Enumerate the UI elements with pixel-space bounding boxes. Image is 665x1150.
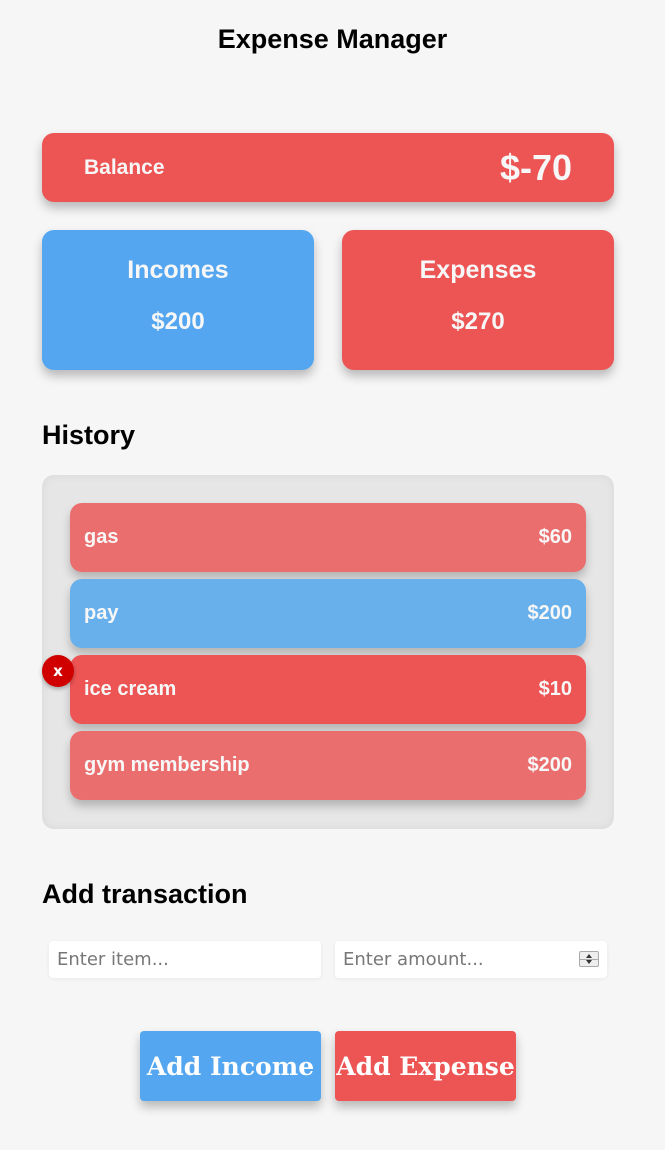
balance-card: Balance $-70: [42, 133, 614, 202]
expenses-card: Expenses $270: [342, 230, 614, 370]
history-item-name: ice cream: [84, 678, 177, 700]
incomes-value: $200: [151, 308, 205, 335]
incomes-label: Incomes: [127, 256, 229, 284]
history-item-amount: $200: [527, 754, 573, 776]
incomes-card: Incomes $200: [42, 230, 314, 370]
add-income-button[interactable]: Add Income: [140, 1031, 321, 1101]
expense-manager-app: Expense Manager Balance $-70 Incomes $20…: [0, 0, 665, 1150]
expenses-label: Expenses: [419, 256, 537, 284]
balance-label: Balance: [84, 155, 165, 179]
expenses-value: $270: [451, 308, 505, 335]
history-item[interactable]: gym membership $200: [70, 731, 586, 800]
amount-input[interactable]: [335, 941, 607, 978]
history-item-amount: $200: [527, 602, 573, 624]
history-item[interactable]: gas $60: [70, 503, 586, 572]
page-title: Expense Manager: [217, 24, 448, 54]
delete-transaction-button[interactable]: x: [42, 655, 74, 687]
balance-value: $-70: [499, 146, 572, 188]
add-transaction-heading: Add transaction: [42, 879, 248, 909]
history-item-amount: $10: [538, 678, 572, 700]
item-input[interactable]: [49, 941, 321, 978]
history-item-name: pay: [84, 602, 119, 624]
history-list: gas $60 pay $200 x ice cream $10 gym mem…: [42, 475, 614, 829]
history-item-name: gas: [84, 526, 119, 548]
amount-stepper[interactable]: [579, 951, 599, 967]
history-item-name: gym membership: [84, 754, 250, 776]
history-item-amount: $60: [538, 526, 572, 548]
history-heading: History: [42, 420, 136, 450]
history-item[interactable]: pay $200: [70, 579, 586, 648]
add-expense-button[interactable]: Add Expense: [335, 1031, 516, 1101]
history-item[interactable]: x ice cream $10: [42, 655, 586, 724]
